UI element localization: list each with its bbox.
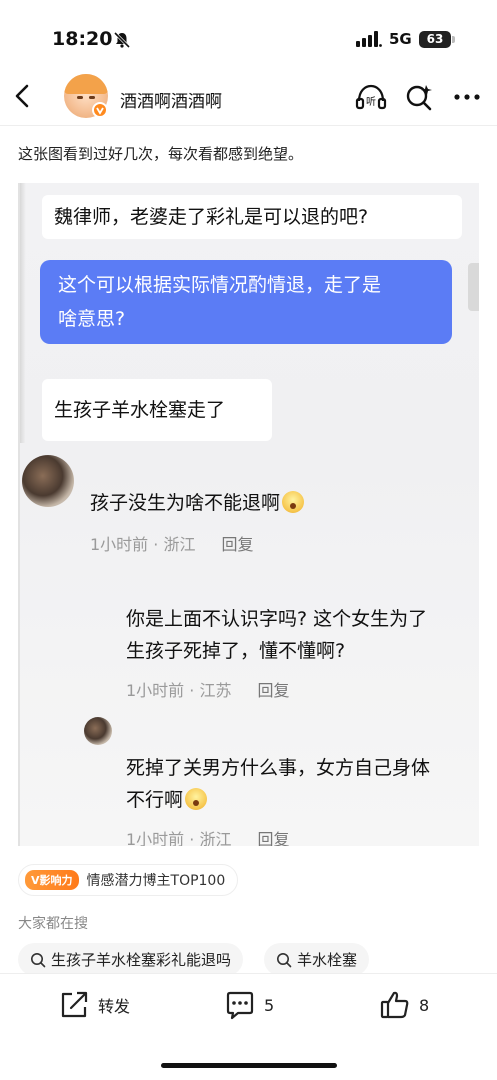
share-label: 转发 <box>98 997 131 1016</box>
comment-3-meta: 1小时前 · 浙江 回复 <box>126 826 289 846</box>
chat-message-1: 魏律师，老婆走了彩礼是可以退的吧? <box>42 195 462 239</box>
listen-icon[interactable]: 听 <box>354 83 388 111</box>
comment-2: 你是上面不认识字吗? 这个女生为了 生孩子死掉了，懂不懂啊? <box>126 603 427 667</box>
chat-message-2-line1: 这个可以根据实际情况酌情退，走了是 <box>58 274 382 296</box>
comment-icon <box>226 991 254 1020</box>
share-icon <box>61 991 88 1018</box>
nav-divider <box>0 125 497 126</box>
search-chip-1[interactable]: 生孩子羊水栓塞彩礼能退吗 <box>18 943 244 976</box>
comment-1-text: 孩子没生为啥不能退啊 <box>90 492 281 514</box>
like-count: 8 <box>419 995 430 1015</box>
search-chip-1-label: 生孩子羊水栓塞彩礼能退吗 <box>51 951 232 969</box>
search-icon <box>31 952 46 967</box>
author-name[interactable]: 酒酒啊酒酒啊 <box>120 87 222 112</box>
chat-message-2-line2: 啥意思? <box>58 308 126 330</box>
commenter-avatar-3 <box>84 717 112 745</box>
chat-message-3: 生孩子羊水栓塞走了 <box>42 379 272 441</box>
verified-badge-icon <box>92 102 108 118</box>
comment-3-time: 1小时前 · 浙江 <box>126 830 232 846</box>
commenter-avatar-1 <box>22 455 74 507</box>
top-nav: 酒酒啊酒酒啊 听 <box>0 70 497 125</box>
image-right-edge <box>468 263 479 311</box>
comment-3-reply[interactable]: 回复 <box>257 830 289 846</box>
comment-3-line1: 死掉了关男方什么事，女方自己身体 <box>126 757 431 779</box>
comment-2-reply[interactable]: 回复 <box>257 681 289 700</box>
comment-1-reply[interactable]: 回复 <box>221 535 253 554</box>
post-caption: 这张图看到过好几次，每次看都感到绝望。 <box>18 145 304 163</box>
image-edge-shadow <box>20 183 26 443</box>
comment-3-line2: 不行啊 <box>126 789 184 811</box>
influence-badge: V影响力 <box>25 870 79 890</box>
chat-message-2: 这个可以根据实际情况酌情退，走了是 啥意思? <box>40 260 452 344</box>
network-type: 5G <box>389 30 412 48</box>
mute-bell-icon <box>113 31 131 49</box>
signal-icon <box>356 31 382 47</box>
back-icon[interactable] <box>10 80 38 112</box>
home-indicator[interactable] <box>161 1063 337 1068</box>
shocked-emoji-icon <box>282 491 305 513</box>
search-chip-2[interactable]: 羊水栓塞 <box>264 943 370 976</box>
battery-indicator: 63 <box>419 31 455 48</box>
comment-3: 死掉了关男方什么事，女方自己身体 不行啊 <box>126 752 430 816</box>
svg-text:听: 听 <box>366 96 376 108</box>
search-chip-2-label: 羊水栓塞 <box>297 951 358 969</box>
status-bar: 18:20 5G 63 <box>0 0 497 70</box>
post-image[interactable]: 魏律师，老婆走了彩礼是可以退的吧? 这个可以根据实际情况酌情退，走了是 啥意思?… <box>18 183 479 846</box>
comment-count: 5 <box>264 995 275 1015</box>
search-icon <box>277 952 292 967</box>
trending-search-heading: 大家都在搜 <box>18 916 88 932</box>
like-button[interactable]: 8 <box>379 988 429 1022</box>
like-icon <box>380 991 409 1019</box>
influence-tag[interactable]: V影响力 情感潜力博主TOP100 <box>18 864 239 896</box>
comment-2-line1: 你是上面不认识字吗? 这个女生为了 <box>126 608 428 630</box>
influence-tag-text: 情感潜力博主TOP100 <box>86 873 226 889</box>
more-icon[interactable] <box>452 83 482 111</box>
comment-2-time: 1小时前 · 江苏 <box>126 681 232 700</box>
comment-1-meta: 1小时前 · 浙江 回复 <box>90 531 253 555</box>
comment-2-line2: 生孩子死掉了，懂不懂啊? <box>126 640 346 662</box>
status-time: 18:20 <box>52 28 113 50</box>
search-icon[interactable] <box>405 83 433 111</box>
comment-button[interactable]: 5 <box>224 988 274 1022</box>
share-button[interactable]: 转发 <box>58 988 130 1022</box>
comment-2-meta: 1小时前 · 江苏 回复 <box>126 677 289 701</box>
comment-1: 孩子没生为啥不能退啊 <box>90 487 305 519</box>
comment-1-time: 1小时前 · 浙江 <box>90 535 196 554</box>
shocked-emoji-icon <box>185 788 208 810</box>
